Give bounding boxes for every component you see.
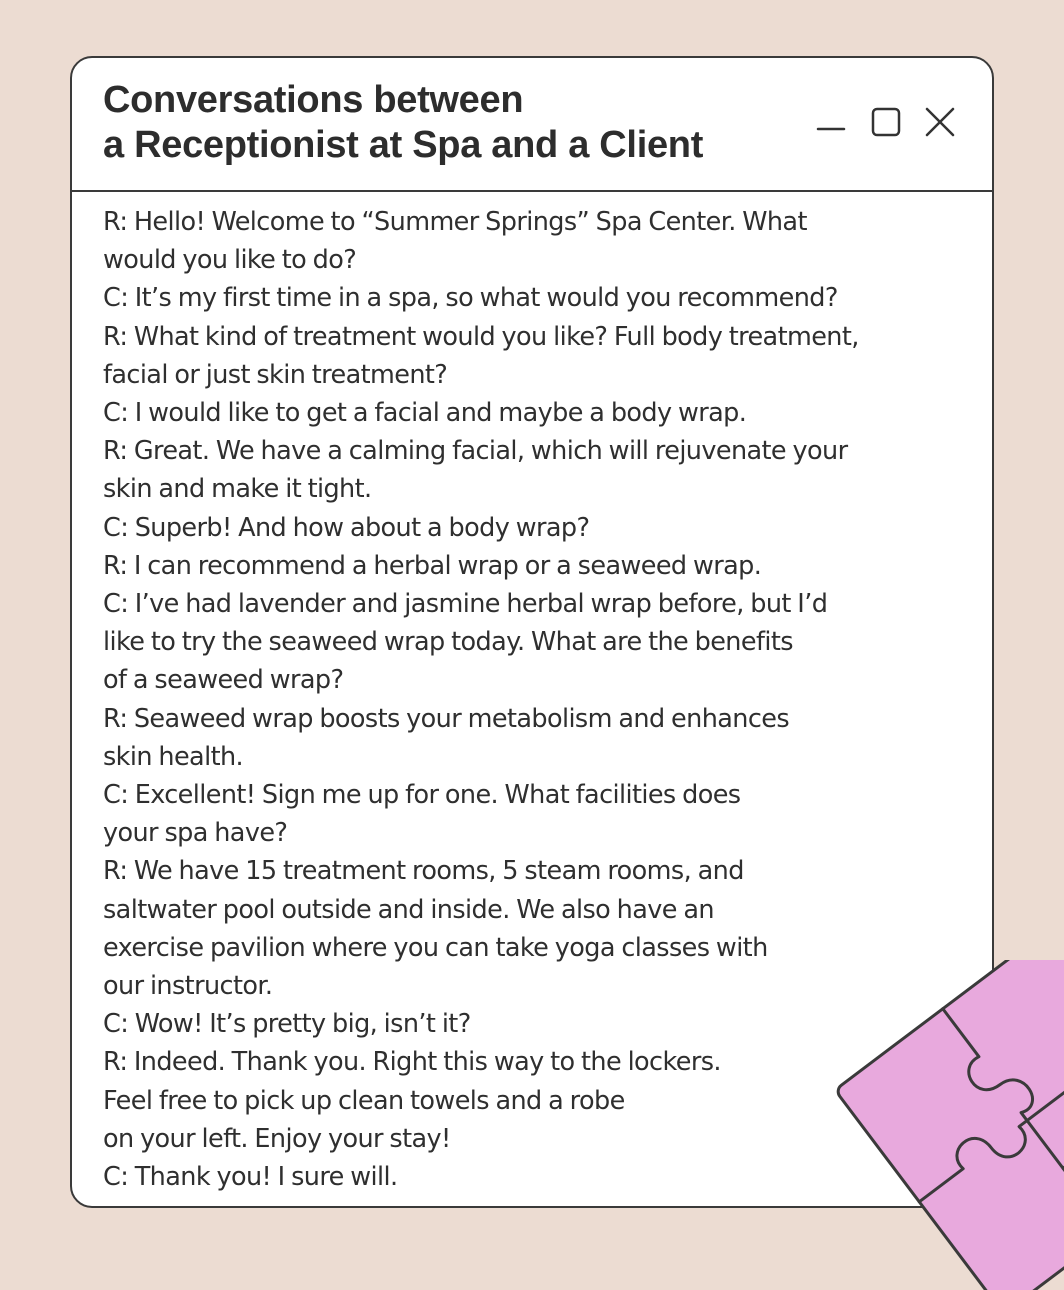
dialogue-line: saltwater pool outside and inside. We al…	[103, 894, 715, 925]
dialogue-line: R: Hello! Welcome to “Summer Springs” Sp…	[103, 207, 807, 237]
puzzle-icon	[836, 960, 1064, 1290]
dialogue-line: C: It’s my first time in a spa, so what …	[103, 283, 838, 314]
close-icon[interactable]	[924, 106, 956, 138]
dialogue-line: R: We have 15 treatment rooms, 5 steam r…	[103, 856, 744, 887]
dialogue-line: skin and make it tight.	[103, 474, 372, 505]
dialogue-line: C: I’ve had lavender and jasmine herbal …	[103, 589, 828, 620]
dialogue-line: C: I would like to get a facial and mayb…	[103, 398, 747, 429]
dialogue-line: R: I can recommend a herbal wrap or a se…	[103, 550, 762, 581]
title-bar: Conversations between a Receptionist at …	[72, 58, 992, 192]
dialogue-line: C: Superb! And how about a body wrap?	[103, 512, 590, 543]
dialogue-line: R: Seaweed wrap boosts your metabolism a…	[103, 703, 790, 734]
maximize-icon[interactable]	[870, 106, 902, 138]
dialogue-line: C: Excellent! Sign me up for one. What f…	[103, 780, 741, 811]
dialogue-line: of a seaweed wrap?	[103, 665, 344, 696]
dialogue-line: facial or just skin treatment?	[103, 359, 448, 390]
minimize-icon[interactable]	[816, 106, 848, 138]
window-title: Conversations between a Receptionist at …	[103, 78, 703, 168]
title-line-2: a Receptionist at Spa and a Client	[103, 124, 704, 166]
dialogue-line: would you like to do?	[103, 245, 357, 276]
dialogue-line: like to try the seaweed wrap today. What…	[103, 627, 794, 658]
dialogue-line: R: What kind of treatment would you like…	[103, 321, 859, 352]
dialogue-line: R: Great. We have a calming facial, whic…	[103, 436, 848, 467]
dialogue-line: your spa have?	[103, 818, 288, 849]
dialogue-line: skin health.	[103, 741, 244, 772]
window-controls	[816, 106, 956, 138]
title-line-1: Conversations between	[103, 79, 524, 121]
